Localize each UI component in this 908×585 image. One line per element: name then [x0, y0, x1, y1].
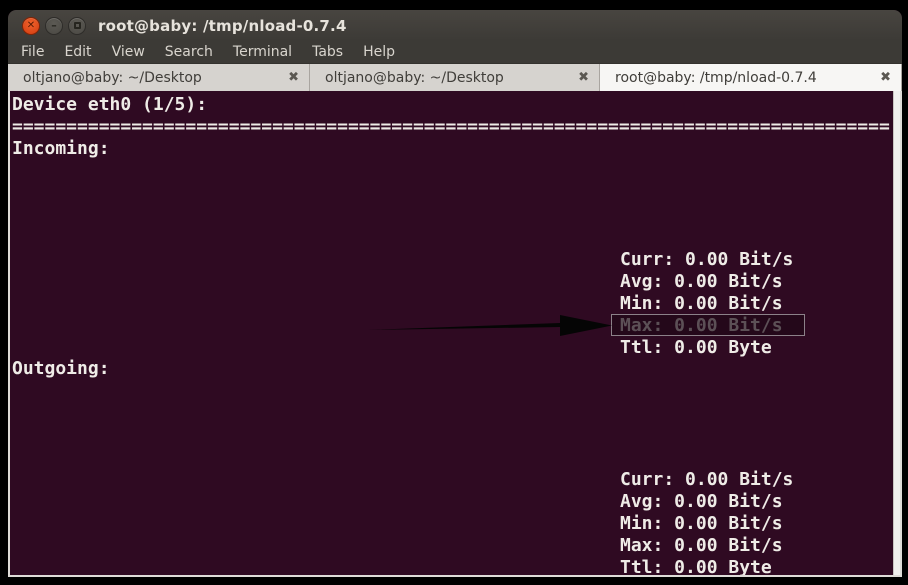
menubar: File Edit View Search Terminal Tabs Help: [8, 41, 902, 64]
tab-label: oltjano@baby: ~/Desktop: [325, 69, 504, 86]
outgoing-avg: Avg: 0.00 Bit/s: [620, 491, 783, 512]
outgoing-min: Min: 0.00 Bit/s: [620, 513, 783, 534]
menu-help[interactable]: Help: [353, 42, 405, 62]
minimize-button[interactable]: –: [45, 16, 63, 35]
menu-file[interactable]: File: [11, 42, 54, 62]
terminal-screen[interactable]: Device eth0 (1/5): =====================…: [10, 91, 893, 575]
maximize-button[interactable]: [68, 16, 86, 35]
close-icon: ✕: [26, 19, 36, 31]
separator-line: ========================================…: [12, 116, 890, 137]
outgoing-stats: Curr: 0.00 Bit/s Avg: 0.00 Bit/s Min: 0.…: [620, 469, 793, 575]
incoming-label: Incoming:: [12, 138, 110, 159]
incoming-ttl: Ttl: 0.00 Byte: [620, 337, 772, 358]
outgoing-max: Max: 0.00 Bit/s: [620, 535, 783, 556]
terminal-window: ✕ – root@baby: /tmp/nload-0.7.4 File Edi…: [8, 10, 902, 577]
incoming-curr: Curr: 0.00 Bit/s: [620, 249, 794, 270]
tab-nload-active[interactable]: root@baby: /tmp/nload-0.7.4 ✖: [600, 64, 902, 91]
tab-bar: oltjano@baby: ~/Desktop ✖ oltjano@baby: …: [8, 64, 902, 91]
tab-desktop-1[interactable]: oltjano@baby: ~/Desktop ✖: [8, 64, 310, 91]
maximize-icon: [73, 22, 81, 29]
tab-label: root@baby: /tmp/nload-0.7.4: [615, 69, 817, 86]
incoming-min: Min: 0.00 Bit/s: [620, 293, 783, 314]
tab-close-icon[interactable]: ✖: [874, 70, 901, 85]
device-line: Device eth0 (1/5):: [12, 94, 208, 115]
tab-desktop-2[interactable]: oltjano@baby: ~/Desktop ✖: [310, 64, 600, 91]
menu-tabs[interactable]: Tabs: [302, 42, 353, 62]
outgoing-ttl: Ttl: 0.00 Byte: [620, 557, 772, 575]
outgoing-curr: Curr: 0.00 Bit/s: [620, 469, 794, 490]
tab-label: oltjano@baby: ~/Desktop: [23, 69, 202, 86]
menu-view[interactable]: View: [102, 42, 155, 62]
close-button[interactable]: ✕: [22, 16, 40, 35]
annotation-arrow-icon: [368, 315, 612, 336]
incoming-stats: Curr: 0.00 Bit/s Avg: 0.00 Bit/s Min: 0.…: [610, 249, 806, 359]
menu-search[interactable]: Search: [155, 42, 223, 62]
titlebar[interactable]: ✕ – root@baby: /tmp/nload-0.7.4: [8, 10, 902, 41]
minimize-icon: –: [51, 19, 57, 32]
incoming-avg: Avg: 0.00 Bit/s: [620, 271, 783, 292]
menu-edit[interactable]: Edit: [54, 42, 101, 62]
window-title: root@baby: /tmp/nload-0.7.4: [98, 16, 347, 35]
terminal-frame: Device eth0 (1/5): =====================…: [8, 91, 902, 577]
outgoing-label: Outgoing:: [12, 358, 110, 379]
tab-close-icon[interactable]: ✖: [282, 70, 309, 85]
scrollbar[interactable]: [893, 91, 900, 575]
menu-terminal[interactable]: Terminal: [223, 42, 302, 62]
incoming-max-highlighted: Max: 0.00 Bit/s: [610, 314, 806, 337]
tab-close-icon[interactable]: ✖: [572, 70, 599, 85]
